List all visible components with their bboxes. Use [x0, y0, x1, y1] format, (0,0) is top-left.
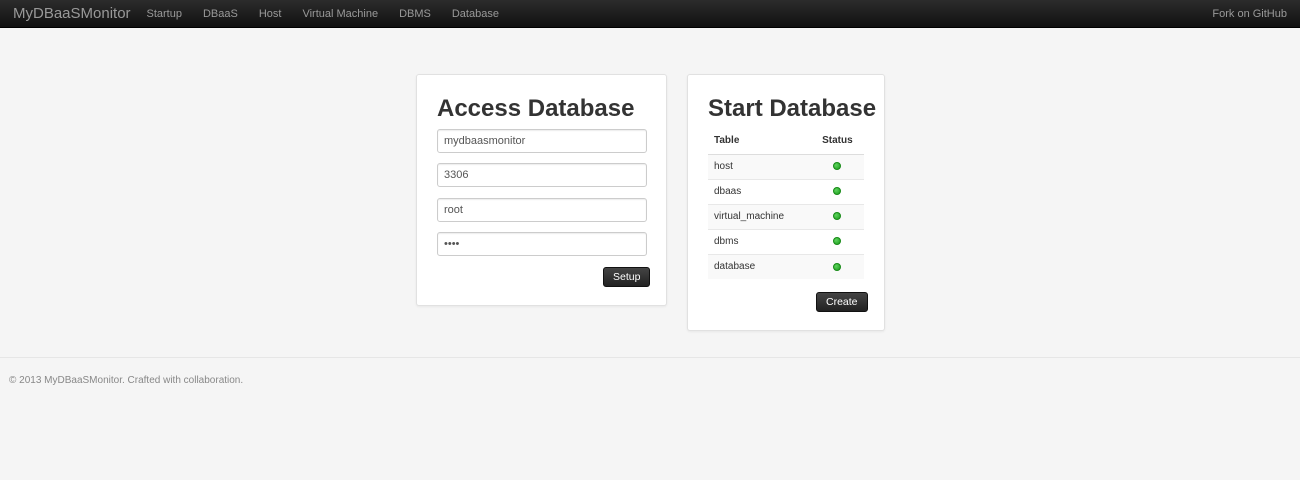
table-name: dbaas [708, 178, 811, 204]
table-row: database [708, 253, 864, 279]
table-row: virtual_machine [708, 203, 864, 229]
database-name-input[interactable] [437, 129, 647, 153]
status-ok-icon [833, 162, 842, 171]
table-row: host [708, 153, 864, 179]
main-nav: Startup DBaaS Host Virtual Machine DBMS … [136, 0, 509, 28]
column-header-status: Status [810, 128, 864, 155]
access-database-title: Access Database [437, 95, 635, 122]
status-ok-icon [833, 237, 842, 246]
tables-status-table: Table Status host dbaas virtual_machine … [708, 128, 864, 279]
table-name: database [708, 253, 811, 279]
footer-divider [0, 357, 1300, 358]
user-input[interactable] [437, 198, 647, 222]
nav-item-startup[interactable]: Startup [136, 0, 192, 28]
footer-text: © 2013 MyDBaaSMonitor. Crafted with coll… [9, 375, 244, 386]
fork-on-github-link[interactable]: Fork on GitHub [1212, 0, 1287, 28]
status-ok-icon [833, 187, 842, 196]
create-button[interactable]: Create [816, 292, 868, 312]
table-row: dbaas [708, 178, 864, 204]
setup-button[interactable]: Setup [603, 267, 651, 287]
status-ok-icon [833, 262, 842, 271]
table-name: dbms [708, 228, 811, 254]
start-database-panel: Start Database Table Status host dbaas v… [687, 74, 885, 331]
nav-item-database[interactable]: Database [441, 0, 509, 28]
password-input[interactable] [437, 232, 647, 256]
nav-item-host[interactable]: Host [248, 0, 292, 28]
table-name: virtual_machine [708, 203, 811, 229]
nav-item-virtual-machine[interactable]: Virtual Machine [292, 0, 389, 28]
brand-link[interactable]: MyDBaaSMonitor [13, 5, 131, 22]
access-database-panel: Access Database Setup [416, 74, 667, 306]
nav-item-dbaas[interactable]: DBaaS [192, 0, 248, 28]
nav-item-dbms[interactable]: DBMS [389, 0, 442, 28]
navbar: MyDBaaSMonitor Startup DBaaS Host Virtua… [0, 0, 1300, 28]
port-input[interactable] [437, 163, 647, 187]
column-header-table: Table [708, 128, 811, 155]
table-name: host [708, 153, 811, 179]
status-ok-icon [833, 212, 842, 221]
start-database-title: Start Database [708, 95, 877, 122]
table-row: dbms [708, 228, 864, 254]
